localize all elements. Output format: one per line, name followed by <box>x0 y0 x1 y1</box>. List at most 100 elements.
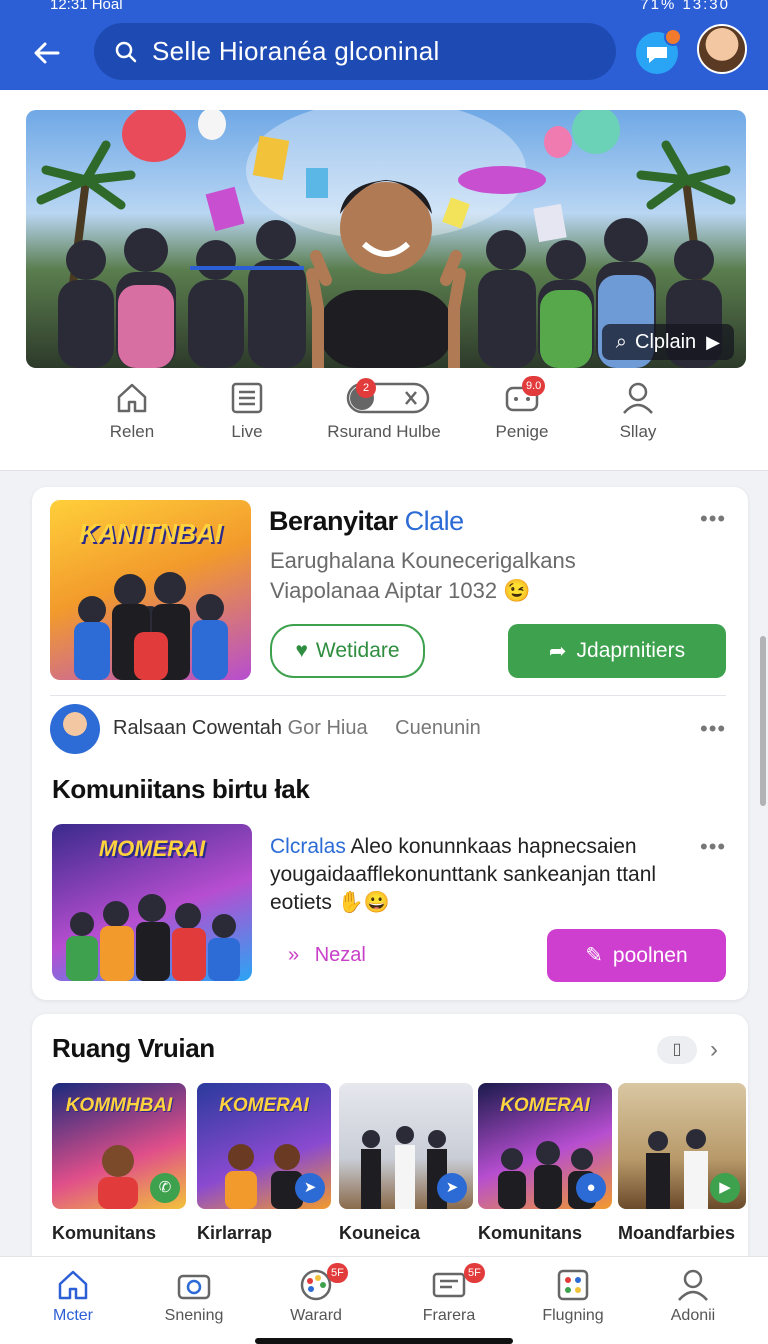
nav-label: Flugning <box>542 1307 604 1324</box>
rail-item[interactable]: KOMERAI ➤ Kirlarrap <box>197 1083 331 1244</box>
back-arrow-icon[interactable] <box>30 36 64 70</box>
rail-caption: Komunitans <box>478 1223 583 1243</box>
post-tag: Cuenunin <box>395 717 481 739</box>
heart-icon: ♥ <box>295 639 308 662</box>
active-tab-indicator <box>190 266 304 270</box>
status-bar: 12:31 Hoal 71% 13:30 <box>0 0 768 18</box>
nav-frarera[interactable]: 5F Frarera <box>394 1263 504 1325</box>
more-options-icon[interactable]: ••• <box>700 834 726 860</box>
bottom-nav: Mcter Snening 5F Warard 5F Frarera Flugn… <box>0 1256 768 1344</box>
tab-label: Penige <box>495 422 549 441</box>
tab-live[interactable]: Live <box>204 380 290 468</box>
tab-rsurand[interactable]: 2 Rsurand Hulbe <box>326 378 442 468</box>
home-indicator[interactable] <box>255 1338 513 1344</box>
search-icon <box>115 41 137 62</box>
rail-caption: Moandfarbies <box>618 1223 736 1243</box>
nav-snening[interactable]: Snening <box>139 1267 249 1325</box>
next-link-label: Nezal <box>314 944 366 966</box>
search-text: Selle Hioranéa glconinal <box>152 36 440 66</box>
home-icon <box>58 1270 88 1300</box>
next-link[interactable]: » Nezal <box>288 944 366 967</box>
post-title: Beranyitar Clale <box>269 506 464 537</box>
chat-icon: ✆ <box>150 1173 180 1203</box>
nav-warard[interactable]: 5F Warard <box>261 1263 371 1325</box>
toggle-icon <box>346 382 430 414</box>
post-thumbnail[interactable]: MOMERAI <box>52 824 252 981</box>
more-options-icon[interactable]: ••• <box>700 506 726 532</box>
rail-title: Ruang Vruian <box>52 1033 215 1063</box>
nav-label: Snening <box>164 1307 224 1324</box>
scrollbar[interactable] <box>760 636 766 806</box>
profile-avatar[interactable] <box>697 24 747 74</box>
post-meta: Ralsaan Cowentah Gor Hiua Cuenunin <box>113 717 481 740</box>
rail-thumbnail: KOMMHBAI ✆ <box>52 1083 186 1209</box>
rail-item[interactable]: ➤ Kouneica <box>339 1083 473 1244</box>
tab-label: Live <box>231 422 263 441</box>
status-right: 71% 13:30 <box>640 0 730 13</box>
app-bar: 12:31 Hoal 71% 13:30 Selle Hioranéa glco… <box>0 0 768 90</box>
tab-label: Relen <box>109 422 155 441</box>
explain-button-label: Clplain <box>635 330 697 353</box>
rail-caption: Komunitans <box>52 1223 157 1243</box>
double-chevron-icon: » <box>288 944 300 966</box>
camera-icon <box>177 1274 211 1300</box>
search-input[interactable]: Selle Hioranéa glconinal <box>94 23 616 80</box>
jdaprnitiers-button[interactable]: ➦ Jdaprnitiers <box>508 624 726 678</box>
search-icon: ⌕ <box>615 330 627 353</box>
nav-label: Frarera <box>422 1307 476 1324</box>
rail-item[interactable]: ▶ Moandfarbies <box>618 1083 746 1244</box>
play-icon: ▶ <box>706 331 720 352</box>
nav-label: Warard <box>290 1307 342 1324</box>
nav-label: Adonii <box>670 1307 716 1324</box>
hero-banner[interactable]: ⌕ Clplain ▶ <box>26 110 746 368</box>
tab-label: Rsurand Hulbe <box>327 422 441 441</box>
like-icon: ✎ <box>585 944 603 967</box>
tab-bar: Relen Live 2 Rsurand Hulbe 9.0 Penige Sl… <box>0 376 768 470</box>
post-body-accent[interactable]: Clcralas <box>270 835 346 858</box>
person-icon <box>623 382 653 414</box>
wetidare-button[interactable]: ♥ Wetidare <box>270 624 425 678</box>
rail-item[interactable]: KOMMHBAI ✆ Komunitans <box>52 1083 186 1244</box>
person-icon: ● <box>576 1173 606 1203</box>
section-title: Komuniitans birtu łak <box>52 774 310 804</box>
divider <box>50 695 726 696</box>
rail-item[interactable]: KOMERAI ● Komunitans <box>478 1083 612 1244</box>
tab-sllay[interactable]: Sllay <box>600 380 676 468</box>
notification-dot <box>664 28 682 46</box>
hero-section: ⌕ Clplain ▶ Relen Live 2 Rsurand Hulbe 9… <box>0 90 768 470</box>
chevron-right-icon[interactable]: › <box>710 1036 718 1064</box>
tab-relen[interactable]: Relen <box>94 380 170 468</box>
poolnen-button[interactable]: ✎ poolnen <box>547 929 726 982</box>
thumbnail-people <box>74 572 228 680</box>
rail-thumbnail: ▶ <box>618 1083 746 1209</box>
post-thumbnail[interactable]: KANITNBAI <box>50 500 251 680</box>
post-title-text: Beranyitar <box>269 506 398 536</box>
rail-thumbnail: ➤ <box>339 1083 473 1209</box>
more-options-icon[interactable]: ••• <box>700 716 726 742</box>
jdaprnitiers-label: Jdaprnitiers <box>576 639 686 662</box>
author-avatar[interactable] <box>50 704 100 754</box>
rail-filter-icon[interactable]: ▯ <box>657 1036 697 1064</box>
tab-badge: 2 <box>356 378 376 398</box>
person-icon <box>678 1269 708 1301</box>
rail-caption: Kouneica <box>339 1223 421 1243</box>
nav-badge: 5F <box>327 1263 348 1283</box>
chat-bubble-icon[interactable] <box>636 28 682 74</box>
wetidare-label: Wetidare <box>315 639 400 662</box>
play-icon: ▶ <box>710 1173 740 1203</box>
status-time: 12:31 Hoal <box>50 0 123 13</box>
nav-flugning[interactable]: Flugning <box>518 1267 628 1325</box>
share-icon: ➤ <box>437 1173 467 1203</box>
home-icon <box>117 383 147 413</box>
group-name[interactable]: Gor Hiua <box>288 717 368 739</box>
nav-adonii[interactable]: Adonii <box>638 1267 748 1325</box>
nav-mcter[interactable]: Mcter <box>18 1267 128 1325</box>
nav-badge: 5F <box>464 1263 485 1283</box>
author-name[interactable]: Ralsaan Cowentah <box>113 717 282 739</box>
divider <box>0 470 768 471</box>
share-icon: ➦ <box>548 639 567 663</box>
tab-label: Sllay <box>619 422 657 441</box>
explain-button[interactable]: ⌕ Clplain ▶ <box>601 324 734 360</box>
post-body: Clcralas Aleo konunnkaas hapnecsaien you… <box>270 833 690 917</box>
tab-penige[interactable]: 9.0 Penige <box>484 376 560 468</box>
